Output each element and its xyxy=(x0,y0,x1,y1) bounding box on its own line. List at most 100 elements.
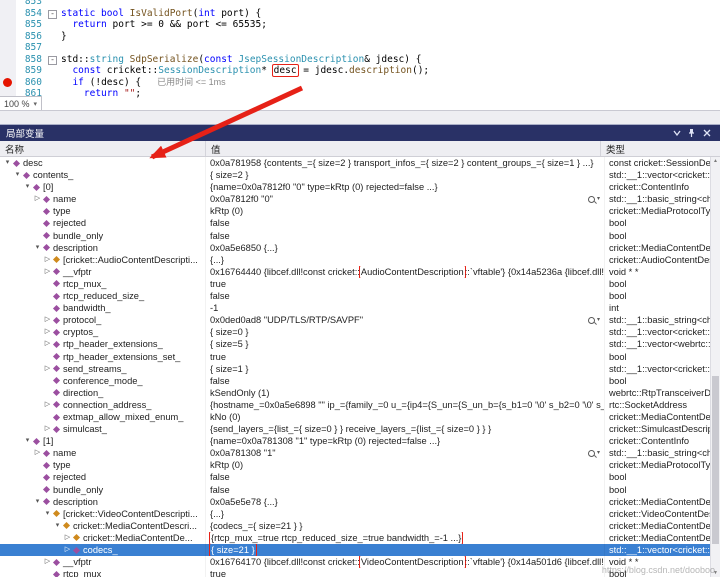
expander-icon[interactable]: ▷ xyxy=(33,447,42,459)
editor-zoom-control[interactable]: 100 % ▾ xyxy=(0,96,42,110)
locals-row[interactable]: ▾cricket::MediaContentDescri...{codecs_=… xyxy=(0,520,720,532)
code-line[interactable]: 855 return port >= 0 && port <= 65535; xyxy=(0,19,720,31)
expander-icon[interactable]: ▷ xyxy=(43,556,52,568)
fold-margin xyxy=(46,31,59,43)
fold-collapse-icon[interactable]: - xyxy=(46,8,59,20)
locals-row[interactable]: ▷protocol_0x0ded0ad8 "UDP/TLS/RTP/SAVPF"… xyxy=(0,314,720,326)
expander-icon[interactable]: ▾ xyxy=(23,181,32,193)
locals-row[interactable]: bandwidth_-1int xyxy=(0,302,720,314)
breakpoint-margin[interactable] xyxy=(0,65,16,77)
breakpoint-margin[interactable] xyxy=(0,19,16,31)
expander-icon[interactable]: ▾ xyxy=(13,169,22,181)
code-line[interactable]: 854-static bool IsValidPort(int port) { xyxy=(0,8,720,20)
locals-row[interactable]: ▷name0x0a781308 "1"▾std::__1::basic_stri… xyxy=(0,447,720,459)
column-header-type[interactable]: 类型 xyxy=(601,141,720,156)
locals-row[interactable]: rejectedfalsebool xyxy=(0,471,720,483)
locals-row[interactable]: ▾description0x0a5e5e78 {...}cricket::Med… xyxy=(0,496,720,508)
expander-icon[interactable]: ▷ xyxy=(43,326,52,338)
locals-row[interactable]: typekRtp (0)cricket::MediaProtocolType xyxy=(0,205,720,217)
expander-icon[interactable]: ▾ xyxy=(33,242,42,254)
column-header-name[interactable]: 名称 xyxy=(0,141,206,156)
locals-row[interactable]: ▷__vfptr0x16764440 {libcef.dll!const cri… xyxy=(0,266,720,278)
locals-row[interactable]: rtcp_mux_truebool xyxy=(0,278,720,290)
locals-row[interactable]: ▷name0x0a7812f0 "0"▾std::__1::basic_stri… xyxy=(0,193,720,205)
magnifier-icon[interactable]: ▾ xyxy=(588,447,604,459)
pin-icon[interactable] xyxy=(684,127,699,139)
expander-icon[interactable]: ▾ xyxy=(43,508,52,520)
variable-name-cell: ▾[1] xyxy=(0,435,205,447)
breakpoint-margin[interactable] xyxy=(0,31,16,43)
annotation-box: { size=21 } xyxy=(210,544,256,556)
expander-icon[interactable]: ▷ xyxy=(63,544,72,556)
locals-row[interactable]: rejectedfalsebool xyxy=(0,217,720,229)
column-header-value[interactable]: 值 xyxy=(206,141,601,156)
locals-row[interactable]: rtp_header_extensions_set_truebool xyxy=(0,351,720,363)
locals-row[interactable]: ▷[cricket::AudioContentDescripti...{...}… xyxy=(0,254,720,266)
breakpoint-margin[interactable] xyxy=(0,42,16,54)
close-icon[interactable] xyxy=(699,127,714,139)
expander-icon[interactable]: ▷ xyxy=(43,399,52,411)
locals-row[interactable]: ▷cryptos_{ size=0 }std::__1::vector<cric… xyxy=(0,326,720,338)
expander-icon[interactable]: ▷ xyxy=(43,338,52,350)
locals-row[interactable]: ▾[cricket::VideoContentDescripti...{...}… xyxy=(0,508,720,520)
locals-row[interactable]: extmap_allow_mixed_enum_kNo (0)cricket::… xyxy=(0,411,720,423)
expander-icon[interactable]: ▷ xyxy=(43,254,52,266)
breakpoint-margin[interactable] xyxy=(0,0,16,8)
locals-row[interactable]: ▾description0x0a5e6850 {...}cricket::Med… xyxy=(0,242,720,254)
locals-row[interactable]: ▷simulcast_{send_layers_={list_={ size=0… xyxy=(0,423,720,435)
magnifier-icon[interactable]: ▾ xyxy=(588,193,604,205)
variable-type: cricket::ContentInfo xyxy=(604,435,720,447)
chevron-down-icon[interactable] xyxy=(669,127,684,139)
code-line[interactable]: 857 xyxy=(0,42,720,54)
expander-icon[interactable]: ▷ xyxy=(43,423,52,435)
locals-row[interactable]: ▷send_streams_{ size=1 }std::__1::vector… xyxy=(0,363,720,375)
locals-row[interactable]: ▾contents_{ size=2 }std::__1::vector<cri… xyxy=(0,169,720,181)
code-line[interactable]: 858-std::string SdpSerialize(const JsepS… xyxy=(0,54,720,66)
expander-icon[interactable]: ▾ xyxy=(53,520,62,532)
variable-value: true xyxy=(205,568,604,577)
breakpoint-margin[interactable] xyxy=(0,54,16,66)
chevron-down-icon[interactable]: ▾ xyxy=(597,314,600,326)
locals-row[interactable]: ▾desc0x0a781958 {contents_={ size=2 } tr… xyxy=(0,157,720,169)
locals-row[interactable]: rtcp_reduced_size_falsebool xyxy=(0,290,720,302)
code-editor[interactable]: 853854-static bool IsValidPort(int port)… xyxy=(0,0,720,111)
expander-icon[interactable]: ▾ xyxy=(23,435,32,447)
locals-row[interactable]: ▷cricket::MediaContentDe...{rtcp_mux_=tr… xyxy=(0,532,720,544)
magnifier-icon[interactable]: ▾ xyxy=(588,314,604,326)
expander-icon[interactable]: ▷ xyxy=(33,193,42,205)
scroll-up-icon[interactable]: ▲ xyxy=(711,157,720,166)
locals-row[interactable]: typekRtp (0)cricket::MediaProtocolType xyxy=(0,459,720,471)
locals-row[interactable]: direction_kSendOnly (1)webrtc::RtpTransc… xyxy=(0,387,720,399)
chevron-down-icon[interactable]: ▾ xyxy=(597,193,600,205)
locals-row[interactable]: bundle_onlyfalsebool xyxy=(0,484,720,496)
annotation-box: VideoContentDescription xyxy=(360,556,465,568)
variable-name-cell: rtcp_reduced_size_ xyxy=(0,290,205,302)
locals-row[interactable]: ▷codecs_{ size=21 }std::__1::vector<cric… xyxy=(0,544,720,556)
code-line[interactable]: 853 xyxy=(0,0,720,8)
variable-name: cryptos_ xyxy=(63,326,98,338)
fold-collapse-icon[interactable]: - xyxy=(46,54,59,66)
locals-row[interactable]: ▾[0]{name=0x0a7812f0 "0" type=kRtp (0) r… xyxy=(0,181,720,193)
code-line[interactable]: 856} xyxy=(0,31,720,43)
locals-row[interactable]: ▷connection_address_{hostname_=0x0a5e689… xyxy=(0,399,720,411)
expander-icon[interactable]: ▾ xyxy=(3,157,12,169)
breakpoint-icon[interactable] xyxy=(3,78,12,87)
expander-icon[interactable]: ▷ xyxy=(43,266,52,278)
vertical-scrollbar[interactable]: ▲ ▼ xyxy=(710,157,720,577)
expander-icon[interactable]: ▷ xyxy=(43,363,52,375)
chevron-down-icon[interactable]: ▾ xyxy=(597,447,600,459)
code-line[interactable]: 862 xyxy=(0,100,720,112)
locals-row[interactable]: ▾[1]{name=0x0a781308 "1" type=kRtp (0) r… xyxy=(0,435,720,447)
breakpoint-margin[interactable] xyxy=(0,77,16,89)
expander-icon[interactable]: ▷ xyxy=(43,314,52,326)
locals-row[interactable]: ▷rtp_header_extensions_{ size=5 }std::__… xyxy=(0,338,720,350)
code-line[interactable]: 860 if (!desc) {已用时间 <= 1ms xyxy=(0,77,720,89)
scrollbar-thumb[interactable] xyxy=(712,376,719,544)
code-line[interactable]: 861 return ""; xyxy=(0,88,720,100)
code-line[interactable]: 859 const cricket::SessionDescription* d… xyxy=(0,65,720,77)
locals-row[interactable]: bundle_onlyfalsebool xyxy=(0,230,720,242)
breakpoint-margin[interactable] xyxy=(0,8,16,20)
locals-row[interactable]: conference_mode_falsebool xyxy=(0,375,720,387)
expander-icon[interactable]: ▾ xyxy=(33,496,42,508)
expander-icon[interactable]: ▷ xyxy=(63,532,72,544)
